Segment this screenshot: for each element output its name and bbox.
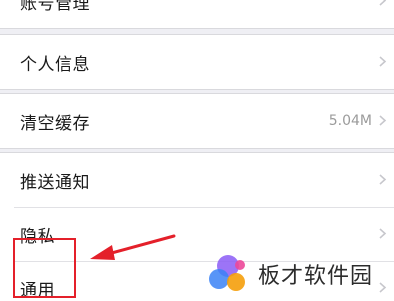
settings-row-push-notifications[interactable]: 推送通知 — [0, 153, 394, 207]
watermark-logo-icon — [206, 252, 250, 296]
chevron-right-icon — [377, 228, 388, 239]
settings-group-cache: 清空缓存 5.04M — [0, 93, 394, 149]
chevron-right-icon — [377, 115, 388, 126]
settings-group-account: 账号管理 — [0, 0, 394, 29]
settings-group-profile: 个人信息 — [0, 34, 394, 90]
row-label: 账号管理 — [20, 0, 90, 14]
annotation-arrow-icon — [90, 234, 176, 260]
row-label: 推送通知 — [20, 172, 90, 193]
chevron-right-icon — [377, 174, 388, 185]
chevron-right-icon — [377, 282, 388, 293]
row-label: 个人信息 — [20, 54, 90, 75]
row-label: 清空缓存 — [20, 113, 90, 134]
cache-size-value: 5.04M — [328, 113, 372, 129]
chevron-right-icon — [377, 0, 388, 6]
settings-screen: 账号管理 个人信息 清空缓存 5.04M 推送通知 隐私 通用 板才软件园 — [0, 0, 394, 301]
highlight-box — [13, 238, 76, 298]
chevron-right-icon — [377, 56, 388, 67]
settings-row-personal-info[interactable]: 个人信息 — [0, 35, 394, 89]
watermark: 板才软件园 — [206, 252, 373, 296]
watermark-text: 板才软件园 — [258, 264, 374, 289]
settings-row-account-management[interactable]: 账号管理 — [0, 0, 394, 28]
settings-row-clear-cache[interactable]: 清空缓存 5.04M — [0, 94, 394, 148]
